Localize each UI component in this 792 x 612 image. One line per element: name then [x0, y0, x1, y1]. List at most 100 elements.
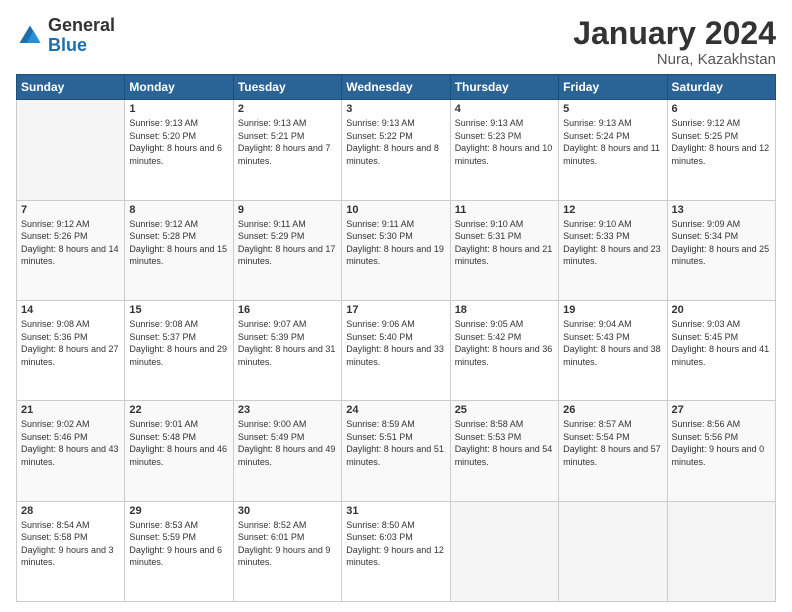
sunrise-text: Sunrise: 9:07 AM — [238, 318, 337, 331]
sunset-text: Sunset: 5:20 PM — [129, 130, 228, 143]
sunset-text: Sunset: 5:36 PM — [21, 331, 120, 344]
day-info: Sunrise: 9:08 AM Sunset: 5:37 PM Dayligh… — [129, 318, 228, 368]
sunrise-text: Sunrise: 9:13 AM — [346, 117, 445, 130]
day-number: 22 — [129, 404, 228, 416]
sunset-text: Sunset: 5:39 PM — [238, 331, 337, 344]
calendar-cell: 11 Sunrise: 9:10 AM Sunset: 5:31 PM Dayl… — [450, 200, 558, 300]
col-saturday: Saturday — [667, 75, 775, 100]
day-info: Sunrise: 9:01 AM Sunset: 5:48 PM Dayligh… — [129, 418, 228, 468]
calendar-cell — [559, 501, 667, 601]
calendar-cell: 23 Sunrise: 9:00 AM Sunset: 5:49 PM Dayl… — [233, 401, 341, 501]
sunset-text: Sunset: 5:48 PM — [129, 431, 228, 444]
day-number: 5 — [563, 103, 662, 115]
day-info: Sunrise: 9:12 AM Sunset: 5:26 PM Dayligh… — [21, 218, 120, 268]
day-number: 29 — [129, 505, 228, 517]
day-info: Sunrise: 9:07 AM Sunset: 5:39 PM Dayligh… — [238, 318, 337, 368]
calendar-cell: 7 Sunrise: 9:12 AM Sunset: 5:26 PM Dayli… — [17, 200, 125, 300]
sunrise-text: Sunrise: 9:10 AM — [455, 218, 554, 231]
sunrise-text: Sunrise: 8:57 AM — [563, 418, 662, 431]
day-number: 8 — [129, 204, 228, 216]
calendar-table: Sunday Monday Tuesday Wednesday Thursday… — [16, 74, 776, 602]
sunset-text: Sunset: 5:42 PM — [455, 331, 554, 344]
calendar-cell — [667, 501, 775, 601]
day-number: 4 — [455, 103, 554, 115]
daylight-text: Daylight: 8 hours and 49 minutes. — [238, 443, 337, 468]
calendar-cell: 20 Sunrise: 9:03 AM Sunset: 5:45 PM Dayl… — [667, 300, 775, 400]
col-thursday: Thursday — [450, 75, 558, 100]
day-number: 25 — [455, 404, 554, 416]
daylight-text: Daylight: 8 hours and 15 minutes. — [129, 243, 228, 268]
sunrise-text: Sunrise: 9:08 AM — [129, 318, 228, 331]
col-tuesday: Tuesday — [233, 75, 341, 100]
page-title: January 2024 — [573, 16, 776, 51]
daylight-text: Daylight: 8 hours and 19 minutes. — [346, 243, 445, 268]
sunset-text: Sunset: 5:43 PM — [563, 331, 662, 344]
daylight-text: Daylight: 8 hours and 38 minutes. — [563, 343, 662, 368]
sunset-text: Sunset: 5:25 PM — [672, 130, 771, 143]
day-number: 31 — [346, 505, 445, 517]
sunrise-text: Sunrise: 8:58 AM — [455, 418, 554, 431]
day-number: 13 — [672, 204, 771, 216]
calendar-cell: 5 Sunrise: 9:13 AM Sunset: 5:24 PM Dayli… — [559, 100, 667, 200]
calendar-cell: 6 Sunrise: 9:12 AM Sunset: 5:25 PM Dayli… — [667, 100, 775, 200]
sunset-text: Sunset: 5:59 PM — [129, 531, 228, 544]
logo-blue: Blue — [48, 35, 87, 55]
sunrise-text: Sunrise: 8:53 AM — [129, 519, 228, 532]
sunrise-text: Sunrise: 9:05 AM — [455, 318, 554, 331]
day-info: Sunrise: 8:53 AM Sunset: 5:59 PM Dayligh… — [129, 519, 228, 569]
calendar-cell: 25 Sunrise: 8:58 AM Sunset: 5:53 PM Dayl… — [450, 401, 558, 501]
sunrise-text: Sunrise: 8:56 AM — [672, 418, 771, 431]
day-number: 17 — [346, 304, 445, 316]
daylight-text: Daylight: 9 hours and 12 minutes. — [346, 544, 445, 569]
sunrise-text: Sunrise: 8:54 AM — [21, 519, 120, 532]
sunrise-text: Sunrise: 9:13 AM — [129, 117, 228, 130]
calendar-cell: 18 Sunrise: 9:05 AM Sunset: 5:42 PM Dayl… — [450, 300, 558, 400]
daylight-text: Daylight: 8 hours and 6 minutes. — [129, 142, 228, 167]
day-info: Sunrise: 9:13 AM Sunset: 5:21 PM Dayligh… — [238, 117, 337, 167]
sunset-text: Sunset: 5:51 PM — [346, 431, 445, 444]
page-subtitle: Nura, Kazakhstan — [573, 51, 776, 68]
calendar-cell: 19 Sunrise: 9:04 AM Sunset: 5:43 PM Dayl… — [559, 300, 667, 400]
day-info: Sunrise: 9:11 AM Sunset: 5:30 PM Dayligh… — [346, 218, 445, 268]
sunrise-text: Sunrise: 9:13 AM — [238, 117, 337, 130]
daylight-text: Daylight: 9 hours and 0 minutes. — [672, 443, 771, 468]
day-info: Sunrise: 8:59 AM Sunset: 5:51 PM Dayligh… — [346, 418, 445, 468]
day-number: 30 — [238, 505, 337, 517]
calendar-week-2: 14 Sunrise: 9:08 AM Sunset: 5:36 PM Dayl… — [17, 300, 776, 400]
calendar-cell: 13 Sunrise: 9:09 AM Sunset: 5:34 PM Dayl… — [667, 200, 775, 300]
sunset-text: Sunset: 5:56 PM — [672, 431, 771, 444]
day-info: Sunrise: 9:05 AM Sunset: 5:42 PM Dayligh… — [455, 318, 554, 368]
daylight-text: Daylight: 8 hours and 31 minutes. — [238, 343, 337, 368]
sunset-text: Sunset: 5:21 PM — [238, 130, 337, 143]
day-number: 28 — [21, 505, 120, 517]
day-info: Sunrise: 9:10 AM Sunset: 5:33 PM Dayligh… — [563, 218, 662, 268]
sunrise-text: Sunrise: 9:04 AM — [563, 318, 662, 331]
daylight-text: Daylight: 8 hours and 51 minutes. — [346, 443, 445, 468]
sunrise-text: Sunrise: 9:13 AM — [563, 117, 662, 130]
day-info: Sunrise: 9:02 AM Sunset: 5:46 PM Dayligh… — [21, 418, 120, 468]
day-number: 14 — [21, 304, 120, 316]
day-info: Sunrise: 9:09 AM Sunset: 5:34 PM Dayligh… — [672, 218, 771, 268]
day-info: Sunrise: 8:57 AM Sunset: 5:54 PM Dayligh… — [563, 418, 662, 468]
sunset-text: Sunset: 5:30 PM — [346, 230, 445, 243]
page: General Blue January 2024 Nura, Kazakhst… — [0, 0, 792, 612]
day-number: 11 — [455, 204, 554, 216]
day-number: 24 — [346, 404, 445, 416]
day-info: Sunrise: 9:06 AM Sunset: 5:40 PM Dayligh… — [346, 318, 445, 368]
calendar-cell: 4 Sunrise: 9:13 AM Sunset: 5:23 PM Dayli… — [450, 100, 558, 200]
daylight-text: Daylight: 8 hours and 21 minutes. — [455, 243, 554, 268]
sunset-text: Sunset: 5:58 PM — [21, 531, 120, 544]
sunset-text: Sunset: 5:29 PM — [238, 230, 337, 243]
col-monday: Monday — [125, 75, 233, 100]
calendar-cell: 27 Sunrise: 8:56 AM Sunset: 5:56 PM Dayl… — [667, 401, 775, 501]
daylight-text: Daylight: 8 hours and 11 minutes. — [563, 142, 662, 167]
day-number: 1 — [129, 103, 228, 115]
sunrise-text: Sunrise: 9:12 AM — [129, 218, 228, 231]
daylight-text: Daylight: 8 hours and 41 minutes. — [672, 343, 771, 368]
daylight-text: Daylight: 8 hours and 33 minutes. — [346, 343, 445, 368]
day-number: 21 — [21, 404, 120, 416]
calendar-cell: 16 Sunrise: 9:07 AM Sunset: 5:39 PM Dayl… — [233, 300, 341, 400]
day-info: Sunrise: 8:56 AM Sunset: 5:56 PM Dayligh… — [672, 418, 771, 468]
calendar-week-1: 7 Sunrise: 9:12 AM Sunset: 5:26 PM Dayli… — [17, 200, 776, 300]
daylight-text: Daylight: 8 hours and 23 minutes. — [563, 243, 662, 268]
